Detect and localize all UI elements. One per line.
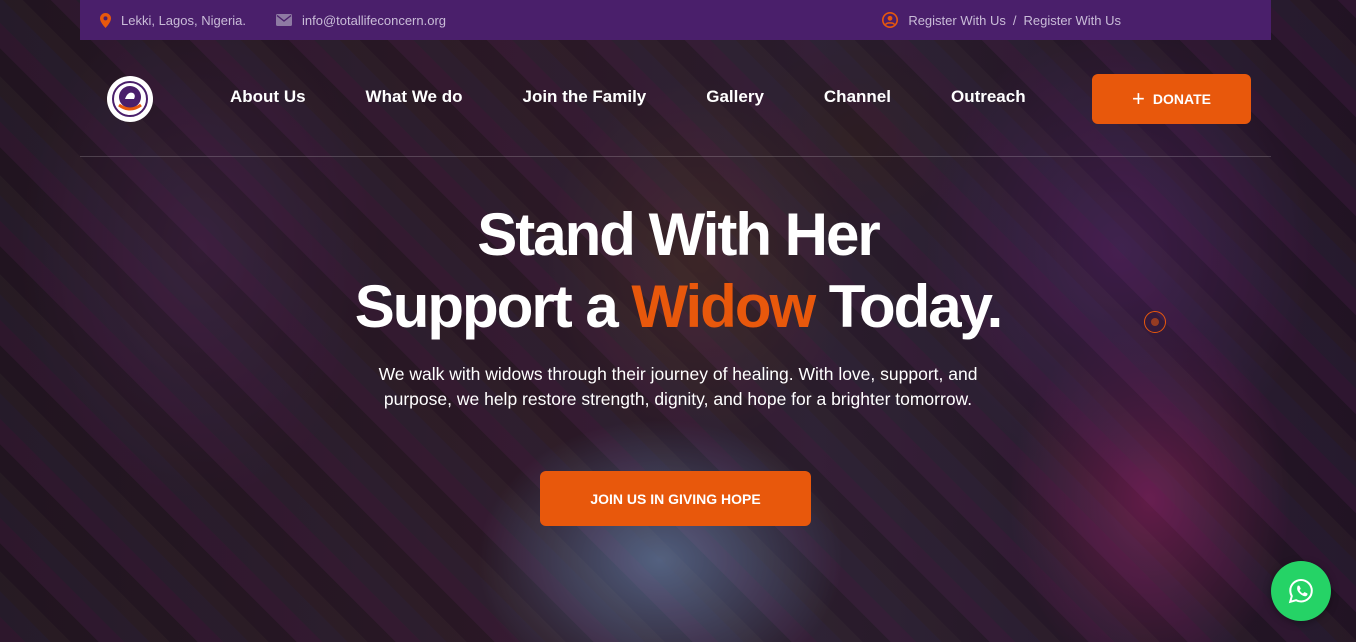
nav-item-what-we-do[interactable]: What We do [366,87,463,107]
register-links: Register With Us / Register With Us [882,12,1121,28]
hero-subtext-line-2: purpose, we help restore strength, digni… [383,389,973,409]
envelope-icon [276,14,293,26]
nav-item-about-us[interactable]: About Us [230,87,306,107]
email-text[interactable]: info@totallifeconcern.org [302,13,446,28]
top-info-bar: Lekki, Lagos, Nigeria. info@totallifecon… [80,0,1271,40]
nav-item-channel[interactable]: Channel [824,87,891,107]
donate-button[interactable]: + DONATE [1092,74,1251,124]
site-logo[interactable] [107,76,153,122]
donate-label: DONATE [1152,91,1211,107]
hero-subtext-line-1: We walk with widows through their journe… [378,364,978,384]
user-circle-icon [882,12,899,28]
whatsapp-chat-button[interactable] [1271,561,1331,621]
hero-headline-post: Today. [814,273,1003,340]
register-separator: / [1012,12,1017,28]
plus-icon: + [1132,86,1145,111]
hero-headline-accent: Widow [631,273,816,340]
nav-links: About Us What We do Join the Family Gall… [230,87,1086,107]
join-us-cta-button[interactable]: JOIN US IN GIVING HOPE [540,471,811,526]
nav-item-gallery[interactable]: Gallery [706,87,764,107]
nav-item-outreach[interactable]: Outreach [951,87,1026,107]
slider-indicator[interactable] [1144,311,1166,333]
map-pin-icon [100,12,111,28]
main-navigation: About Us What We do Join the Family Gall… [80,40,1271,157]
location-info: Lekki, Lagos, Nigeria. [100,12,247,28]
location-text: Lekki, Lagos, Nigeria. [121,12,247,28]
email-info[interactable]: info@totallifeconcern.org [276,13,446,28]
register-link-2[interactable]: Register With Us [1023,13,1121,28]
register-link-1[interactable]: Register With Us [908,13,1006,28]
hero-headline-pre: Support a [354,273,632,340]
nav-item-join-the-family[interactable]: Join the Family [523,87,647,107]
hero-headline-line-1: Stand With Her [477,201,880,268]
whatsapp-icon [1288,578,1313,604]
hero-subtext: We walk with widows through their journe… [0,362,1356,412]
logo-emblem-icon [112,81,148,117]
